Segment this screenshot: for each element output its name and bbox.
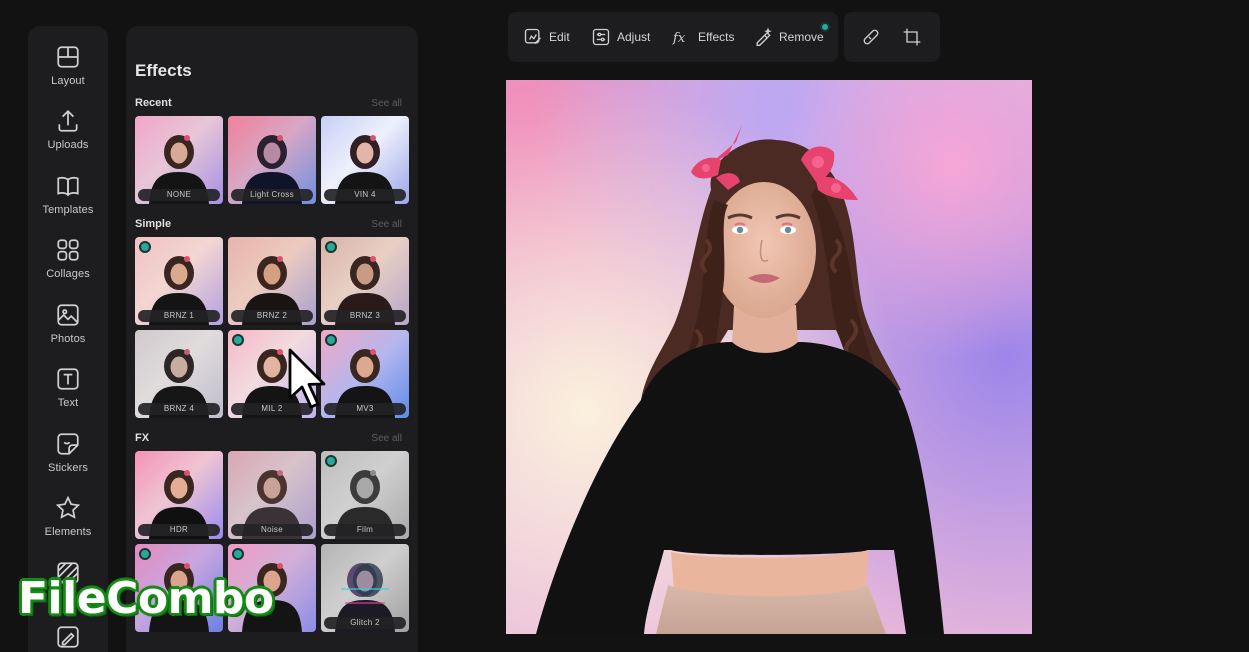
mouse-cursor-icon [288,348,326,409]
effects-button[interactable]: fx Effects [672,12,734,62]
editor-toolbar-secondary [844,12,940,62]
photo-canvas[interactable] [506,80,1032,634]
premium-badge-icon [325,334,337,346]
effects-panel: Effects Recent See all Simple See all FX… [126,26,418,652]
templates-icon [57,176,79,197]
premium-badge-icon [232,334,244,346]
stickers-icon [57,433,79,455]
collages-icon [57,239,79,261]
crop-icon[interactable] [902,27,922,47]
nav-item-uploads[interactable]: Uploads [28,104,108,164]
edit-button[interactable]: Edit [523,12,570,62]
premium-badge-icon [820,22,830,32]
effect-thumb-brnz-3[interactable]: BRNZ 3 [321,237,409,325]
canvas-photo [506,80,1032,634]
adjust-button[interactable]: Adjust [591,12,650,62]
nav-label: Uploads [47,139,89,151]
nav-item-stickers[interactable]: Stickers [28,427,108,487]
draw-icon [57,626,79,648]
photos-icon [57,304,79,326]
nav-item-collages[interactable]: Collages [28,233,108,293]
effect-label: BRNZ 1 [138,310,220,322]
premium-badge-icon [232,548,244,560]
left-nav-rail: Layout Uploads Templates Collages Photos… [28,26,108,652]
effect-label: HDR [138,524,220,536]
nav-label: Stickers [48,462,88,474]
effect-thumb-film[interactable]: Film [321,451,409,539]
upload-icon [58,110,78,132]
remove-label: Remove [779,30,824,44]
nav-item-layout[interactable]: Layout [28,40,108,100]
nav-item-templates[interactable]: Templates [28,169,108,229]
nav-item-photos[interactable]: Photos [28,298,108,358]
edit-icon [524,28,541,45]
nav-item-text[interactable]: Text [28,362,108,422]
effect-thumb-none[interactable]: NONE [135,116,223,204]
nav-label: Templates [42,204,94,216]
panel-title: Effects [135,61,192,80]
retouch-bandage-icon[interactable] [861,27,881,47]
elements-icon [55,495,81,519]
section-title-simple: Simple [135,218,172,230]
fx-icon: fx [672,31,686,46]
svg-text:fx: fx [672,31,686,46]
effect-thumb-brnz-4[interactable]: BRNZ 4 [135,330,223,418]
effect-thumb-vin-4[interactable]: VIN 4 [321,116,409,204]
nav-label: Layout [51,75,85,87]
effect-label: VIN 4 [324,189,406,201]
watermark-text: FileCombo [18,573,274,624]
nav-label: Photos [50,333,86,345]
premium-badge-icon [139,241,151,253]
effect-label: BRNZ 3 [324,310,406,322]
effect-thumb-brnz-2[interactable]: BRNZ 2 [228,237,316,325]
layout-icon [57,46,79,68]
effect-thumb-light-cross[interactable]: Light Cross [228,116,316,204]
nav-label: Elements [44,526,92,538]
effect-thumb-brnz-1[interactable]: BRNZ 1 [135,237,223,325]
text-icon [57,368,79,390]
remove-button[interactable]: Remove [753,12,824,62]
nav-item-draw[interactable] [28,620,108,652]
see-all-link-recent[interactable]: See all [371,98,402,109]
adjust-icon [592,28,610,46]
effects-label: Effects [698,30,735,44]
effect-thumb-glitch-2[interactable]: Glitch 2 [321,544,409,632]
editor-toolbar: Edit Adjust fx Effects Remove [508,12,838,62]
effect-label: Light Cross [231,189,313,201]
effect-label: BRNZ 4 [138,403,220,415]
effect-label: Film [324,524,406,536]
nav-label: Text [57,397,79,409]
see-all-link-fx[interactable]: See all [371,433,402,444]
magic-eraser-icon [756,27,772,46]
effect-label: NONE [138,189,220,201]
adjust-label: Adjust [617,30,651,44]
premium-badge-icon [325,241,337,253]
edit-label: Edit [549,30,570,44]
section-title-recent: Recent [135,97,172,109]
effect-label: Glitch 2 [324,617,406,629]
premium-badge-icon [325,455,337,467]
effect-label: Noise [231,524,313,536]
nav-label: Collages [46,268,90,280]
section-title-fx: FX [135,432,150,444]
effect-thumb-noise[interactable]: Noise [228,451,316,539]
effect-thumb-hdr[interactable]: HDR [135,451,223,539]
nav-item-elements[interactable]: Elements [28,491,108,551]
premium-badge-icon [139,548,151,560]
effect-thumb-mv3[interactable]: MV3 [321,330,409,418]
effect-label: MV3 [324,403,406,415]
see-all-link-simple[interactable]: See all [371,219,402,230]
effect-label: BRNZ 2 [231,310,313,322]
